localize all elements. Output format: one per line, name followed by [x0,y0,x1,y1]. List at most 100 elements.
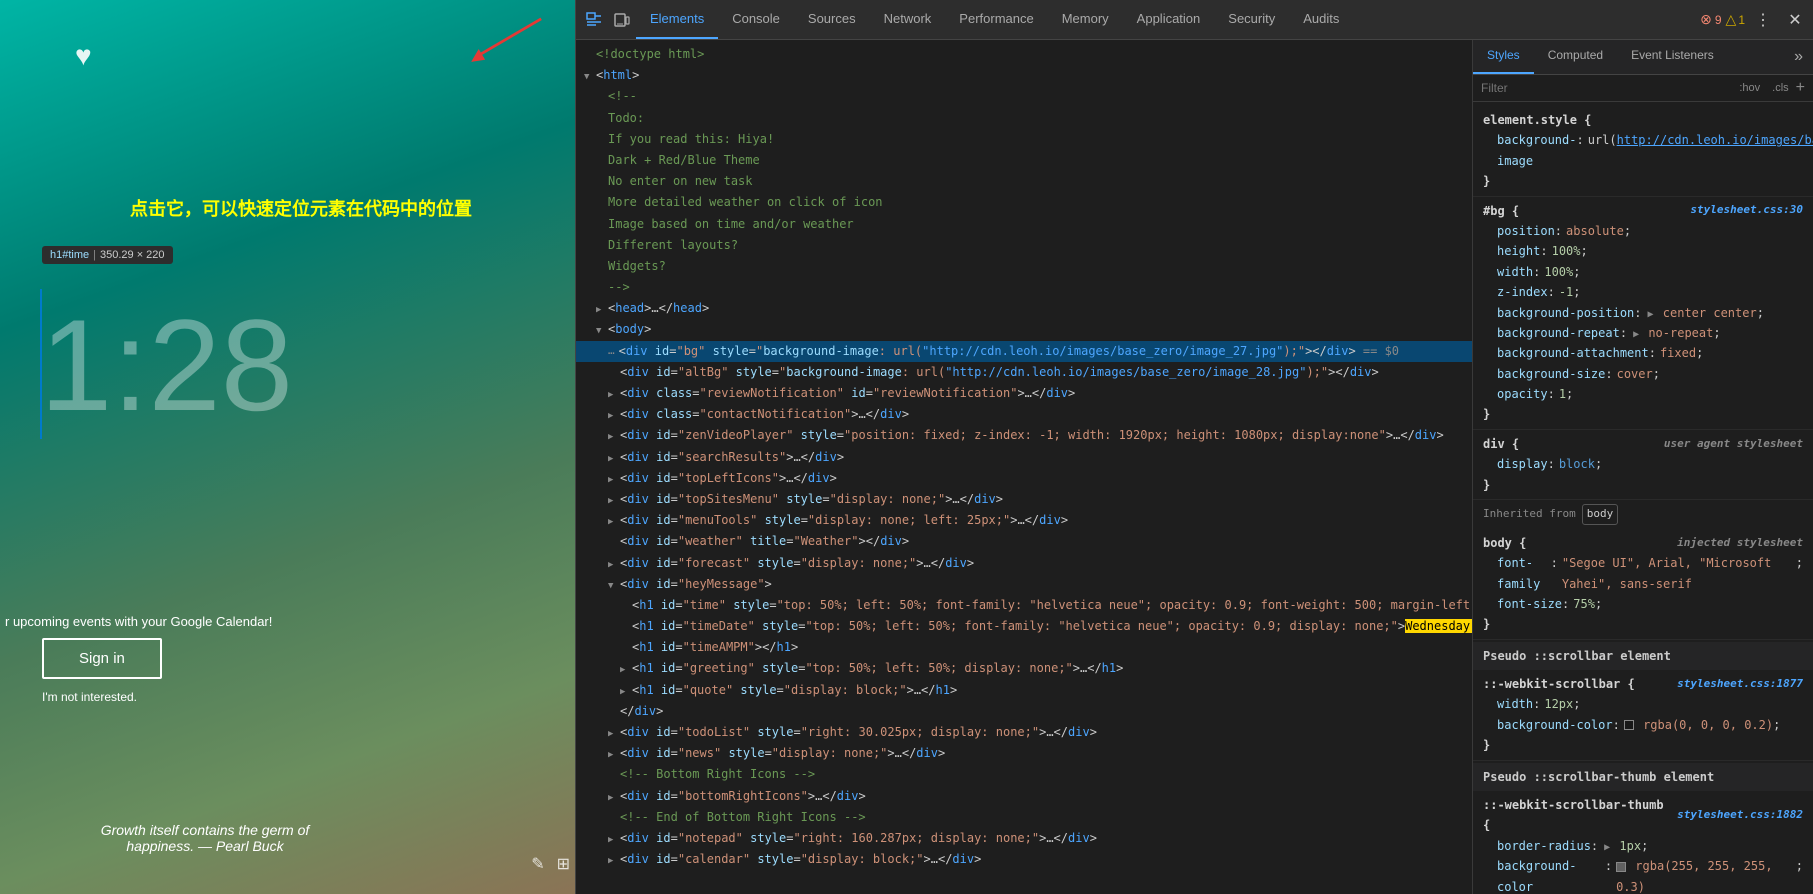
style-prop-bgsize[interactable]: background-size: cover; [1483,364,1803,384]
html-line-search[interactable]: <div id="searchResults">…</div> [576,447,1472,468]
styles-content[interactable]: element.style { background-image : url(h… [1473,102,1813,894]
style-prop-fontfamily[interactable]: font-family: "Segoe UI", Arial, "Microso… [1483,553,1803,594]
expand-arrow[interactable] [608,850,620,869]
tab-application[interactable]: Application [1123,0,1215,39]
html-line[interactable]: <html> [576,65,1472,86]
stylesheet-thumb-link[interactable]: stylesheet.css:1882 [1677,808,1803,821]
style-prop-fontsize[interactable]: font-size: 75%; [1483,594,1803,614]
html-line-body[interactable]: <body> [576,319,1472,340]
style-prop-opacity[interactable]: opacity: 1; [1483,384,1803,404]
expand-arrow[interactable] [620,681,632,700]
html-line-greeting[interactable]: <h1 id="greeting" style="top: 50%; left:… [576,658,1472,679]
style-prop-position[interactable]: position: absolute; [1483,221,1803,241]
style-source-scrollbar[interactable]: stylesheet.css:1877 [1677,675,1803,694]
filter-input[interactable] [1481,81,1736,95]
expand-arrow[interactable] [608,554,620,573]
html-line-topleft[interactable]: <div id="topLeftIcons">…</div> [576,468,1472,489]
html-line-bg-selected[interactable]: … <div id="bg" style="background-image: … [576,341,1472,362]
tab-event-listeners[interactable]: Event Listeners [1617,40,1728,74]
tab-memory[interactable]: Memory [1048,0,1123,39]
html-line-heymessage[interactable]: <div id="heyMessage"> [576,574,1472,595]
style-prop[interactable]: background-image : url(http://cdn.leoh.i… [1483,130,1803,171]
filter-hov-button[interactable]: :hov [1736,81,1763,95]
html-line-forecast[interactable]: <div id="forecast" style="display: none;… [576,553,1472,574]
html-line-notepad[interactable]: <div id="notepad" style="right: 160.287p… [576,828,1472,849]
edit-icon[interactable]: ✎ [531,854,544,874]
html-line-time-h1[interactable]: <h1 id="time" style="top: 50%; left: 50%… [576,595,1472,616]
inspect-element-button[interactable] [580,6,608,34]
style-prop-bgattach[interactable]: background-attachment: fixed; [1483,343,1803,363]
expand-arrow[interactable] [596,320,608,339]
style-prop-thumb-bg[interactable]: background-color: rgba(255, 255, 255, 0.… [1483,856,1803,894]
expand-arrow[interactable] [608,448,620,467]
html-line-video[interactable]: <div id="zenVideoPlayer" style="position… [576,425,1472,446]
expand-arrow[interactable] [596,299,608,318]
style-prop-height[interactable]: height: 100%; [1483,241,1803,261]
html-line-timedate-h1[interactable]: <h1 id="timeDate" style="top: 50%; left:… [576,616,1472,637]
expand-arrow[interactable] [608,787,620,806]
expand-arrow[interactable] [608,744,620,763]
expand-arrow[interactable] [608,490,620,509]
html-line-timeampm[interactable]: <h1 id="timeAMPM"></h1> [576,637,1472,658]
html-line-calendar[interactable]: <div id="calendar" style="display: block… [576,849,1472,870]
html-line-todolist[interactable]: <div id="todoList" style="right: 30.025p… [576,722,1472,743]
expand-arrow[interactable] [608,469,620,488]
html-line-topsites[interactable]: <div id="topSitesMenu" style="display: n… [576,489,1472,510]
more-button[interactable]: … [608,342,615,360]
style-prop-bgrepeat[interactable]: background-repeat: ▶ no-repeat ; [1483,323,1803,343]
tab-elements[interactable]: Elements [636,0,718,39]
style-prop-width[interactable]: width: 100%; [1483,262,1803,282]
stylesheet-link[interactable]: stylesheet.css:30 [1690,203,1803,216]
expand-arrow [608,808,620,827]
tab-performance[interactable]: Performance [945,0,1047,39]
tab-audits[interactable]: Audits [1289,0,1353,39]
style-source-thumb[interactable]: stylesheet.css:1882 [1677,806,1803,825]
style-prop-border-radius[interactable]: border-radius: ▶ 1px ; [1483,836,1803,856]
badge-size: 350.29 × 220 [100,249,165,261]
html-line-menutools[interactable]: <div id="menuTools" style="display: none… [576,510,1472,531]
expand-arrow[interactable] [608,384,620,403]
expand-arrow[interactable] [620,659,632,678]
filter-add-button[interactable]: + [1796,79,1805,97]
tab-console[interactable]: Console [718,0,794,39]
html-line-altbg[interactable]: <div id="altBg" style="background-image:… [576,362,1472,383]
expand-arrow[interactable] [584,66,596,85]
signin-button[interactable]: Sign in [42,638,162,679]
html-line-weather[interactable]: <div id="weather" title="Weather"></div> [576,531,1472,552]
tab-sources[interactable]: Sources [794,0,870,39]
html-line-contact[interactable]: <div class="contactNotification">…</div> [576,404,1472,425]
html-line-quote[interactable]: <h1 id="quote" style="display: block;">…… [576,680,1472,701]
html-line-review[interactable]: <div class="reviewNotification" id="revi… [576,383,1472,404]
expand-arrow[interactable] [608,829,620,848]
style-prop-bgpos[interactable]: background-position: ▶ center center ; [1483,303,1803,323]
expand-arrow[interactable] [608,426,620,445]
expand-arrow[interactable] [608,405,620,424]
html-line-news[interactable]: <div id="news" style="display: none;">…<… [576,743,1472,764]
html-comment-image: Image based on time and/or weather [576,214,1472,235]
filter-cls-button[interactable]: .cls [1769,81,1792,95]
html-line-close-hey: </div> [576,701,1472,722]
html-line-bottomrighticons[interactable]: <div id="bottomRightIcons">…</div> [576,786,1472,807]
tab-styles[interactable]: Styles [1473,40,1534,74]
style-prop-zindex[interactable]: z-index: -1; [1483,282,1803,302]
expand-arrow[interactable] [608,575,620,594]
style-prop-scroll-bg[interactable]: background-color: rgba(0, 0, 0, 0.2) ; [1483,715,1803,735]
styles-more-button[interactable]: » [1784,40,1813,74]
close-devtools-button[interactable]: ✕ [1781,6,1809,34]
tab-security[interactable]: Security [1214,0,1289,39]
expand-arrow [620,638,632,657]
expand-arrow[interactable] [608,723,620,742]
style-source[interactable]: stylesheet.css:30 [1690,201,1803,220]
style-prop-scroll-width[interactable]: width: 12px; [1483,694,1803,714]
tab-network[interactable]: Network [870,0,946,39]
stylesheet-scrollbar-link[interactable]: stylesheet.css:1877 [1677,677,1803,690]
device-mode-button[interactable] [608,6,636,34]
style-prop-display[interactable]: display: block; [1483,454,1803,474]
more-options-button[interactable]: ⋮ [1749,6,1777,34]
expand-arrow[interactable] [608,511,620,530]
grid-icon[interactable]: ⊞ [557,854,570,874]
bg-url-link[interactable]: http://cdn.leoh.io/images/base_zero/ [1617,133,1813,147]
tab-computed[interactable]: Computed [1534,40,1617,74]
html-panel[interactable]: <!doctype html> <html> <!-- Todo: If you… [576,40,1473,894]
html-line-head[interactable]: <head>…</head> [576,298,1472,319]
